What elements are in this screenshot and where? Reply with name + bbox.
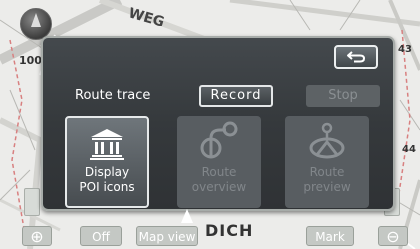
route-preview-button[interactable]: Route preview <box>285 116 369 208</box>
tile-label: Route overview <box>177 165 261 195</box>
map-side-control[interactable] <box>24 188 40 216</box>
zoom-in-button[interactable]: ⊕ <box>22 226 52 246</box>
route-preview-icon <box>285 116 369 162</box>
map-view-button[interactable]: Map view <box>136 226 198 246</box>
tile-label-line1: Display <box>84 165 130 179</box>
route-trace-label: Route trace <box>75 88 151 103</box>
return-arrow-icon <box>347 51 366 63</box>
tile-label-line1: Route <box>201 165 237 179</box>
display-poi-icons-button[interactable]: Display POI icons <box>65 116 149 208</box>
map-number-label: 43 <box>398 44 412 55</box>
zoom-out-button[interactable]: ⊖ <box>378 226 408 246</box>
street-label: DICH <box>205 221 254 240</box>
back-button[interactable] <box>334 45 378 69</box>
mark-button[interactable]: Mark <box>306 226 354 246</box>
map-number-label: 100 <box>19 54 42 67</box>
tile-label-line2: POI icons <box>79 180 135 194</box>
tile-label: Route preview <box>285 165 369 195</box>
dialog-pointer-icon <box>181 209 193 223</box>
route-options-dialog: Route trace Record Stop Display POI icon… <box>41 36 395 211</box>
museum-building-icon <box>67 118 147 164</box>
record-button[interactable]: Record <box>199 85 273 107</box>
off-button[interactable]: Off <box>80 226 122 246</box>
tile-label-line2: overview <box>191 180 247 194</box>
route-overview-button[interactable]: Route overview <box>177 116 261 208</box>
map-number-label: 44 <box>402 144 416 155</box>
tile-label: Display POI icons <box>67 165 147 195</box>
compass-needle <box>31 13 41 27</box>
stop-button[interactable]: Stop <box>306 85 380 107</box>
route-overview-icon <box>177 116 261 162</box>
tile-label-line1: Route <box>309 165 345 179</box>
tile-label-line2: preview <box>303 180 351 194</box>
